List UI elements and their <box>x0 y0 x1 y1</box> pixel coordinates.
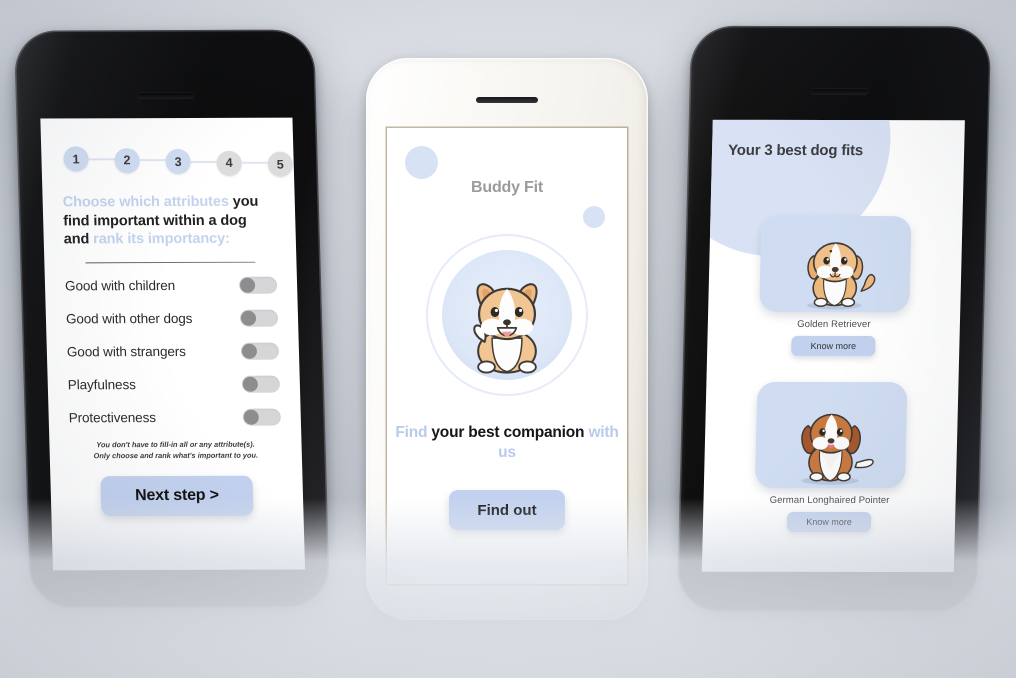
attribute-toggle-good-with-other-dogs[interactable] <box>239 309 279 327</box>
step-connector-3 <box>190 160 217 163</box>
attributes-prompt: Choose which attributes you find importa… <box>62 193 276 249</box>
phone-device-left: 1 2 3 4 5 Choose which attributes you fi… <box>13 29 331 609</box>
toggle-knob <box>239 277 256 294</box>
attribute-row: Protectiveness <box>68 408 282 427</box>
find-out-button[interactable]: Find out <box>449 490 565 530</box>
attribute-label: Protectiveness <box>68 410 157 426</box>
divider <box>85 261 256 264</box>
result-image-german-longhaired-pointer <box>754 381 908 489</box>
hero-avatar-inner <box>442 250 572 380</box>
toggle-knob <box>240 310 257 326</box>
results-page-title: Your 3 best dog fits <box>727 141 864 160</box>
step-wrap-1: 1 <box>63 146 115 172</box>
toggle-knob <box>241 343 258 359</box>
prompt-highlight-end: rank its importancy: <box>92 230 231 248</box>
result-image-golden-retriever <box>759 215 912 313</box>
german-longhaired-pointer-puppy-illustration-icon <box>801 413 874 485</box>
step-connector-2 <box>139 159 166 162</box>
prompt-highlight-start: Choose which attributes <box>62 193 230 211</box>
attribute-row: Good with strangers <box>66 342 280 361</box>
attribute-row: Good with other dogs <box>65 309 279 328</box>
step-connector-1 <box>88 157 115 160</box>
earpiece-speaker-icon <box>810 88 869 96</box>
attribute-label: Good with children <box>64 278 176 294</box>
know-more-button-german-longhaired-pointer[interactable]: Know more <box>786 511 872 533</box>
earpiece-speaker-icon <box>136 91 195 100</box>
tagline-middle: your best companion <box>427 424 589 441</box>
fine-print-line-2: Only choose and rank what's important to… <box>93 450 259 461</box>
attributes-list: Good with children Good with other dogs … <box>64 276 282 427</box>
result-breed-name: German Longhaired Pointer <box>769 494 890 507</box>
hero-avatar <box>428 236 586 394</box>
step-1[interactable]: 1 <box>63 146 89 172</box>
phone-device-middle: Buddy Fit Find your best companion with … <box>366 58 648 620</box>
step-wrap-2: 2 <box>114 147 166 173</box>
attribute-label: Playfulness <box>67 377 136 393</box>
decorative-circle-large <box>405 146 438 179</box>
step-3[interactable]: 3 <box>165 148 191 175</box>
step-4[interactable]: 4 <box>216 150 243 176</box>
attribute-label: Good with other dogs <box>65 311 193 327</box>
app-title: Buddy Fit <box>471 179 543 196</box>
result-card-1[interactable]: Golden Retriever Know more <box>758 215 912 357</box>
toggle-knob <box>243 409 259 425</box>
step-indicator: 1 2 3 4 5 <box>61 144 294 178</box>
know-more-button-golden-retriever[interactable]: Know more <box>791 335 876 357</box>
fine-print: You don't have to fill-in all or any att… <box>69 440 282 462</box>
puppy-illustration-icon <box>473 283 538 374</box>
tagline: Find your best companion with us <box>387 423 627 463</box>
step-2[interactable]: 2 <box>114 147 140 173</box>
attribute-toggle-good-with-children[interactable] <box>238 276 278 295</box>
decorative-circle-small <box>583 206 605 228</box>
attribute-label: Good with strangers <box>66 344 187 360</box>
step-5[interactable]: 5 <box>267 151 294 177</box>
attribute-toggle-good-with-strangers[interactable] <box>240 342 280 360</box>
result-breed-name: Golden Retriever <box>797 318 871 331</box>
attribute-row: Playfulness <box>67 375 281 394</box>
attribute-row: Good with children <box>64 276 278 295</box>
earpiece-speaker-icon <box>476 97 538 103</box>
result-card-2[interactable]: German Longhaired Pointer Know more <box>754 381 908 533</box>
fine-print-line-1: You don't have to fill-in all or any att… <box>96 439 255 450</box>
step-wrap-5: 5 <box>267 151 294 177</box>
step-wrap-3: 3 <box>165 148 217 175</box>
phone-device-right: Your 3 best dog fits Golden Retriever Kn… <box>676 25 992 613</box>
golden-retriever-puppy-illustration-icon <box>807 242 876 310</box>
tagline-highlight-start: Find <box>395 424 428 441</box>
screen-attributes: 1 2 3 4 5 Choose which attributes you fi… <box>40 117 306 571</box>
toggle-knob <box>242 376 259 392</box>
step-connector-4 <box>241 161 268 164</box>
next-step-button[interactable]: Next step > <box>100 475 254 516</box>
attribute-toggle-playfulness[interactable] <box>241 375 281 393</box>
attribute-toggle-protectiveness[interactable] <box>242 408 282 426</box>
step-wrap-4: 4 <box>216 150 268 176</box>
screen-welcome: Buddy Fit Find your best companion with … <box>387 128 627 584</box>
screen-results: Your 3 best dog fits Golden Retriever Kn… <box>701 119 965 573</box>
